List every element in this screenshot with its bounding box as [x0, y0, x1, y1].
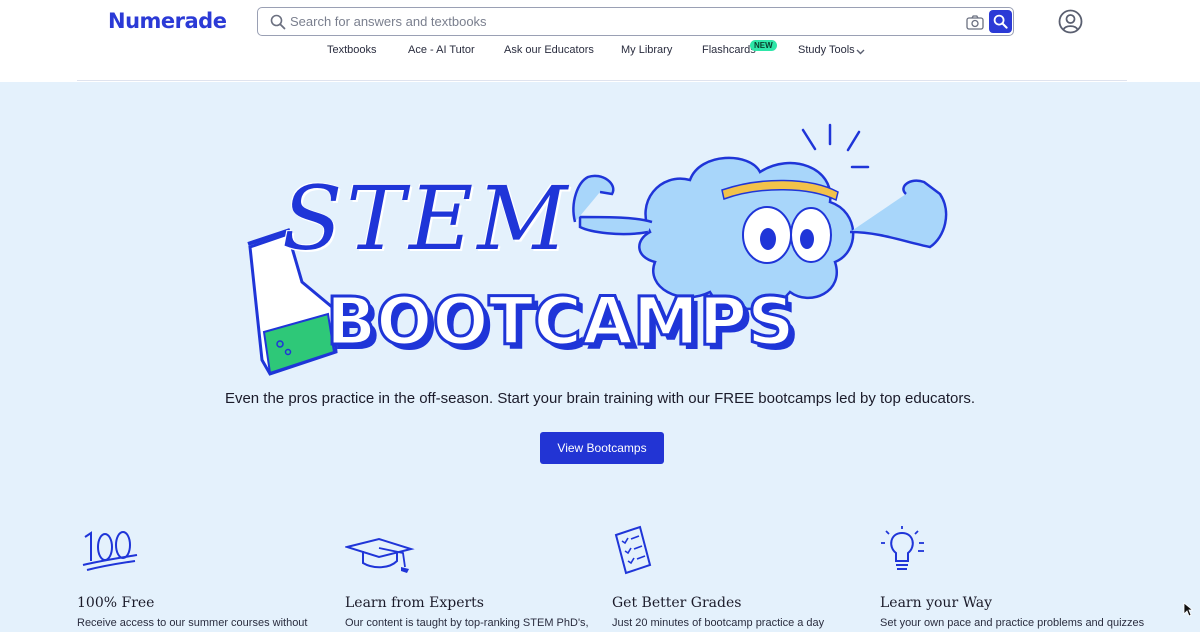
feature-description: Receive access to our summer courses wit… [77, 617, 308, 629]
graduation-cap-icon [345, 537, 415, 573]
checklist-icon [614, 525, 652, 575]
search-icon [270, 14, 286, 30]
feature-description: Just 20 minutes of bootcamp practice a d… [612, 617, 825, 629]
nav-textbooks[interactable]: Textbooks [327, 44, 377, 56]
search-button-icon [993, 14, 1008, 29]
nav-ace-ai-tutor[interactable]: Ace - AI Tutor [408, 44, 475, 56]
search-bar [257, 7, 1014, 36]
brain-mascot [572, 123, 948, 311]
lightbulb-icon [881, 526, 924, 570]
nav-ask-educators[interactable]: Ask our Educators [504, 44, 594, 56]
mouse-cursor-icon [1183, 602, 1193, 617]
search-input[interactable] [290, 9, 950, 34]
feature-title: 100% Free [77, 595, 155, 611]
camera-icon[interactable] [966, 14, 984, 30]
feature-description: Set your own pace and practice problems … [880, 617, 1145, 629]
hero-title-stem: STEM [282, 167, 572, 270]
nav-flashcards[interactable]: Flashcards [702, 44, 756, 56]
feature-description: Our content is taught by top-ranking STE… [345, 617, 589, 629]
hero-title-bootcamps: BOOTCAMPS [325, 282, 797, 362]
hero-subtitle: Even the pros practice in the off-season… [224, 390, 976, 407]
chevron-down-icon[interactable] [856, 49, 865, 55]
numerade-logo[interactable]: Numerade [108, 9, 227, 33]
feature-title: Learn your Way [880, 595, 993, 611]
nav-study-tools[interactable]: Study Tools [798, 44, 855, 56]
main-nav: Textbooks Ace - AI Tutor Ask our Educato… [0, 44, 1200, 64]
user-avatar-icon[interactable] [1058, 9, 1083, 34]
feature-title: Learn from Experts [345, 595, 484, 611]
feature-title: Get Better Grades [612, 595, 742, 611]
header-divider [77, 80, 1127, 81]
new-badge: NEW [750, 40, 777, 51]
search-button[interactable] [989, 10, 1012, 33]
hundred-icon [82, 531, 138, 571]
nav-my-library[interactable]: My Library [621, 44, 672, 56]
site-header: Numerade Textbooks Ace - AI Tutor Ask ou… [0, 0, 1200, 82]
view-bootcamps-button[interactable]: View Bootcamps [540, 432, 664, 464]
